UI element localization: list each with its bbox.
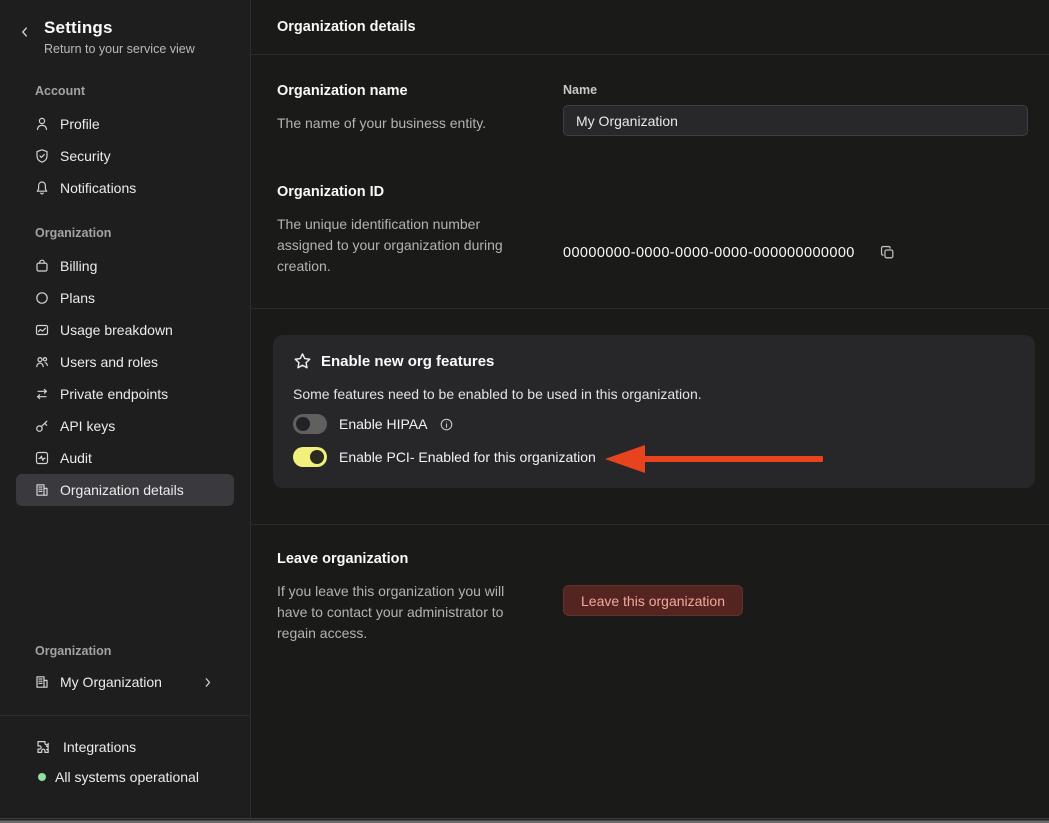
sidebar-item-notifications[interactable]: Notifications [16, 172, 234, 204]
sidebar-item-label: Plans [60, 290, 96, 306]
chevron-left-icon[interactable] [18, 25, 32, 39]
settings-app: Settings Return to your service view Acc… [0, 0, 1049, 823]
sidebar-item-label: Audit [60, 450, 92, 466]
sidebar-item-usage-breakdown[interactable]: Usage breakdown [16, 314, 234, 346]
organization-name-info: Organization name The name of your busin… [277, 83, 563, 136]
page-title: Organization details [277, 19, 416, 35]
leave-organization-action: Leave this organization [563, 551, 1028, 644]
name-field-label: Name [563, 83, 598, 97]
org-switcher-label: Organization [35, 644, 112, 658]
pci-toggle-label: Enable PCI- Enabled for this organizatio… [339, 449, 596, 465]
sidebar-item-billing[interactable]: Billing [16, 250, 234, 282]
sidebar-header: Settings Return to your service view [0, 0, 250, 56]
account-nav: Profile Security Notifications [0, 108, 250, 204]
audit-icon [34, 450, 50, 466]
users-icon [34, 354, 50, 370]
swap-arrows-icon [34, 386, 50, 402]
organization-name-description: The name of your business entity. [277, 115, 487, 131]
person-icon [34, 116, 50, 132]
building-icon [34, 674, 50, 690]
organization-id-info: Organization ID The unique identificatio… [277, 184, 563, 277]
chart-image-icon [34, 322, 50, 338]
sidebar-item-label: Notifications [60, 180, 137, 196]
features-card-description: Some features need to be enabled to be u… [293, 386, 702, 402]
sidebar-item-label: Profile [60, 116, 100, 132]
status-dot [38, 773, 46, 781]
leave-organization-description: If you leave this organization you will … [277, 583, 505, 641]
features-card-header: Enable new org features [293, 352, 1015, 371]
info-icon[interactable] [439, 417, 454, 432]
sidebar-subtitle[interactable]: Return to your service view [44, 42, 195, 56]
pci-toggle[interactable] [293, 447, 327, 467]
organization-id-section: Organization ID The unique identificatio… [251, 136, 1049, 277]
sidebar-item-organization-details[interactable]: Organization details [16, 474, 234, 506]
organization-section-label: Organization [35, 226, 112, 240]
leave-organization-info: Leave organization If you leave this org… [277, 551, 563, 644]
features-card: Enable new org features Some features ne… [273, 335, 1035, 488]
sidebar-item-label: Private endpoints [60, 386, 169, 402]
org-switcher-name: My Organization [60, 674, 162, 690]
puzzle-icon [35, 739, 51, 755]
sidebar-title: Settings [44, 18, 113, 37]
organization-name-section: Organization name The name of your busin… [251, 55, 1049, 136]
sidebar-footer: Integrations All systems operational [0, 732, 250, 792]
leave-organization-title: Leave organization [277, 551, 409, 567]
account-section-label: Account [35, 84, 85, 98]
toggle-knob [310, 450, 324, 464]
name-input[interactable] [563, 105, 1028, 136]
key-icon [34, 418, 50, 434]
hipaa-toggle[interactable] [293, 414, 327, 434]
leave-organization-section: Leave organization If you leave this org… [251, 525, 1049, 644]
toggle-knob [296, 417, 310, 431]
organization-name-title: Organization name [277, 83, 408, 99]
integrations-label: Integrations [63, 739, 137, 755]
pci-toggle-row: Enable PCI- Enabled for this organizatio… [293, 446, 1015, 468]
organization-id-value: 00000000-0000-0000-0000-000000000000 [563, 244, 855, 261]
sidebar-item-label: Billing [60, 258, 98, 274]
section-divider [251, 308, 1049, 309]
sidebar-item-private-endpoints[interactable]: Private endpoints [16, 378, 234, 410]
sidebar-item-audit[interactable]: Audit [16, 442, 234, 474]
sidebar-item-label: Security [60, 148, 111, 164]
window-bottom-edge [0, 818, 1049, 823]
sidebar-item-label: API keys [60, 418, 116, 434]
main-content: Organization details Organization name T… [251, 0, 1049, 823]
shield-icon [34, 148, 50, 164]
hipaa-toggle-row: Enable HIPAA [293, 413, 1015, 435]
leave-organization-button[interactable]: Leave this organization [563, 585, 743, 616]
organization-id-title: Organization ID [277, 184, 385, 200]
sidebar-item-label: Organization details [60, 482, 184, 498]
integrations-link[interactable]: Integrations [0, 732, 250, 762]
wallet-icon [34, 258, 50, 274]
bell-icon [34, 180, 50, 196]
organization-nav: Billing Plans Usage breakdown Users and … [0, 250, 250, 506]
settings-sidebar: Settings Return to your service view Acc… [0, 0, 251, 823]
organization-id-description: The unique identification number assigne… [277, 216, 503, 274]
sidebar-item-label: Users and roles [60, 354, 159, 370]
organization-name-form: Name [563, 83, 1028, 136]
sidebar-item-security[interactable]: Security [16, 140, 234, 172]
org-switcher[interactable]: My Organization [16, 666, 234, 698]
star-icon [293, 352, 312, 371]
copy-icon[interactable] [877, 242, 898, 263]
hipaa-toggle-label: Enable HIPAA [339, 416, 428, 432]
system-status[interactable]: All systems operational [0, 762, 250, 792]
sidebar-item-profile[interactable]: Profile [16, 108, 234, 140]
organization-id-row: 00000000-0000-0000-0000-000000000000 [563, 184, 1028, 277]
sidebar-item-label: Usage breakdown [60, 322, 173, 338]
status-label: All systems operational [55, 769, 199, 785]
building-icon [34, 482, 50, 498]
sidebar-item-api-keys[interactable]: API keys [16, 410, 234, 442]
page-header: Organization details [251, 0, 1049, 55]
features-card-title: Enable new org features [321, 353, 495, 370]
sidebar-item-plans[interactable]: Plans [16, 282, 234, 314]
circle-icon [34, 290, 50, 306]
sidebar-divider [0, 715, 250, 716]
chevron-right-icon [201, 676, 214, 689]
sidebar-item-users-and-roles[interactable]: Users and roles [16, 346, 234, 378]
sidebar-titles: Settings Return to your service view [44, 18, 195, 56]
